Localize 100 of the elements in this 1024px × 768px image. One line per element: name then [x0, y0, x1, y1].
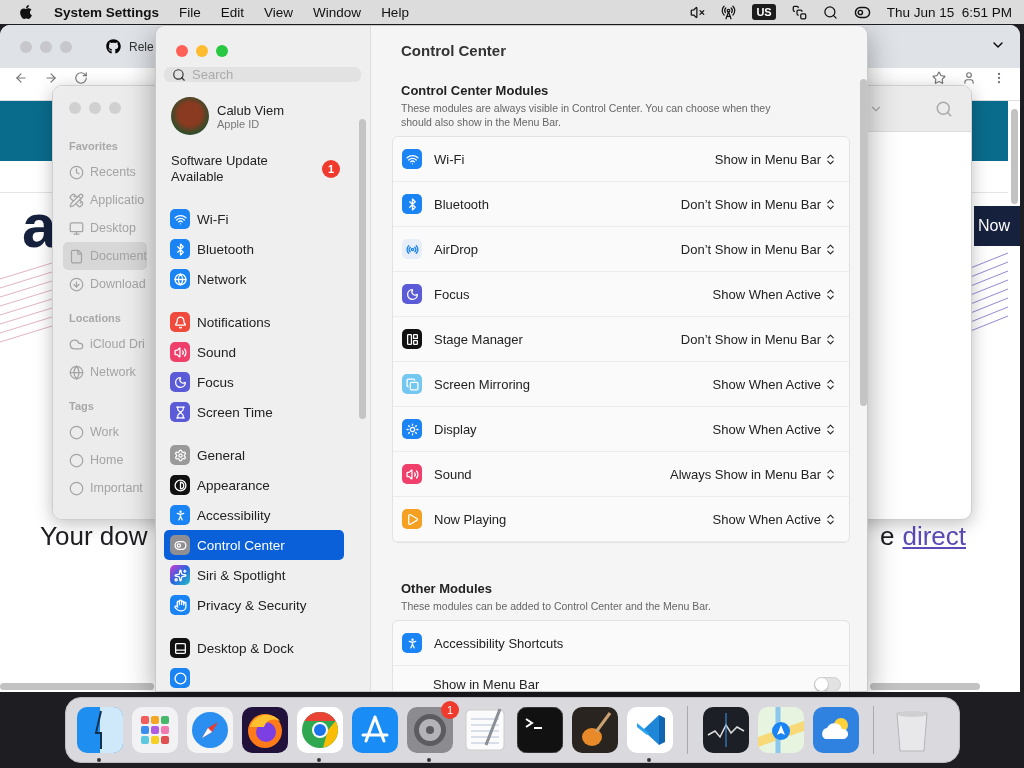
- gear-icon[interactable]: [406, 707, 453, 753]
- scrollbar[interactable]: [359, 119, 366, 419]
- menu-item[interactable]: Window: [313, 4, 362, 20]
- search-icon: [172, 67, 186, 82]
- input-source-indicator[interactable]: US: [752, 4, 776, 20]
- guitar-icon[interactable]: [571, 707, 618, 753]
- visibility-popup[interactable]: Show When Active: [712, 421, 837, 437]
- up-down-chevron-icon: [824, 242, 837, 256]
- scrollbar[interactable]: [1011, 109, 1018, 204]
- download-icon: [69, 276, 84, 292]
- sidebar-item[interactable]: Accessibility: [164, 500, 344, 530]
- scrollbar[interactable]: [860, 79, 867, 406]
- update-badge: 1: [322, 160, 340, 178]
- star-icon[interactable]: [932, 71, 946, 85]
- cloud-icon: [69, 336, 84, 352]
- up-down-chevron-icon: [824, 467, 837, 481]
- sidebar-item[interactable]: Control Center: [164, 530, 344, 560]
- speaker-icon: [402, 464, 422, 484]
- reload-icon[interactable]: [74, 71, 88, 85]
- sidebar-item[interactable]: Desktop & Dock: [164, 633, 344, 663]
- wifi-icon: [170, 209, 190, 229]
- stage-manager-icon: [402, 329, 422, 349]
- account-subtitle: Apple ID: [217, 117, 261, 130]
- scrollbar[interactable]: [870, 683, 980, 690]
- sidebar-item[interactable]: Siri & Spotlight: [164, 560, 344, 590]
- sidebar-item[interactable]: Sound: [164, 337, 344, 367]
- sidebar-section-title: Favorites: [69, 140, 118, 152]
- visibility-popup[interactable]: Don’t Show in Menu Bar: [680, 241, 837, 257]
- page-text: Your dow: [40, 521, 148, 552]
- profile-icon[interactable]: [962, 71, 976, 85]
- module-name: AirDrop: [434, 241, 480, 257]
- menu-item[interactable]: Edit: [220, 4, 245, 20]
- toggle-switch[interactable]: [814, 676, 841, 691]
- menu-item[interactable]: File: [179, 4, 201, 20]
- software-update-item[interactable]: Software Update Available: [171, 153, 301, 185]
- map-icon[interactable]: [757, 707, 804, 753]
- back-icon[interactable]: [14, 71, 28, 85]
- section-title: Control Center Modules: [401, 83, 550, 98]
- sidebar-item[interactable]: Privacy & Security: [164, 590, 344, 620]
- app-store-icon[interactable]: [351, 707, 398, 753]
- visibility-popup[interactable]: Show When Active: [712, 286, 837, 302]
- menu-clock[interactable]: Thu Jun 15 6:51 PM: [886, 4, 1012, 20]
- visibility-popup[interactable]: Always Show in Menu Bar: [670, 466, 837, 482]
- code-editor-icon[interactable]: [626, 707, 673, 753]
- section-title: Other Modules: [401, 581, 493, 596]
- visibility-popup[interactable]: Show When Active: [712, 511, 837, 527]
- sidebar-item[interactable]: Notifications: [164, 307, 344, 337]
- compass-icon[interactable]: [186, 707, 233, 753]
- speaker-icon: [170, 342, 190, 362]
- pencil-ruler-icon: [69, 192, 84, 208]
- flame-globe-icon[interactable]: [241, 707, 288, 753]
- avatar[interactable]: [171, 97, 209, 135]
- bluetooth-icon: [170, 239, 190, 259]
- forward-icon[interactable]: [44, 71, 58, 85]
- search-icon[interactable]: [822, 4, 838, 20]
- cloud-icon[interactable]: [812, 707, 859, 753]
- airdrop-icon: [402, 239, 422, 259]
- module-name: Stage Manager: [434, 331, 524, 347]
- module-name: Sound: [434, 466, 473, 482]
- module-name: Display: [434, 421, 478, 437]
- sidebar-item[interactable]: Bluetooth: [164, 234, 344, 264]
- tag-circle-icon: [69, 424, 84, 440]
- antenna-icon[interactable]: [721, 4, 737, 20]
- tab-title[interactable]: Rele: [129, 39, 154, 54]
- app-grid-icon[interactable]: [131, 707, 178, 753]
- up-down-chevron-icon: [824, 422, 837, 436]
- apple-icon[interactable]: [18, 4, 34, 20]
- sidebar-item[interactable]: Focus: [164, 367, 344, 397]
- wifi-icon: [402, 149, 422, 169]
- module-name: Bluetooth: [434, 196, 490, 212]
- muted-speaker-icon[interactable]: [690, 4, 706, 20]
- account-name[interactable]: Calub Viem: [217, 102, 284, 118]
- sidebar-item[interactable]: Network: [164, 264, 344, 294]
- menu-item[interactable]: View: [264, 4, 294, 20]
- finder-icon[interactable]: [76, 707, 123, 753]
- hourglass-icon: [170, 402, 190, 422]
- sparkles-icon: [170, 565, 190, 585]
- notification-badge: 1: [441, 701, 459, 719]
- terminal-icon[interactable]: [516, 707, 563, 753]
- sidebar-item[interactable]: General: [164, 440, 344, 470]
- stock-chart-icon[interactable]: [702, 707, 749, 753]
- sidebar-item[interactable]: Wi-Fi: [164, 204, 344, 234]
- menu-item[interactable]: Help: [381, 4, 409, 20]
- visibility-popup[interactable]: Show When Active: [712, 376, 837, 392]
- page-button[interactable]: Now: [974, 206, 1020, 246]
- menu-app-name[interactable]: System Settings: [54, 4, 160, 20]
- up-down-chevron-icon: [824, 152, 837, 166]
- visibility-popup[interactable]: Don’t Show in Menu Bar: [680, 196, 837, 212]
- sidebar-item[interactable]: Appearance: [164, 470, 344, 500]
- close-button[interactable]: [176, 45, 188, 57]
- zoom-button[interactable]: [216, 45, 228, 57]
- sidebar-section-title: Tags: [69, 400, 94, 412]
- visibility-popup[interactable]: Show in Menu Bar: [714, 151, 837, 167]
- visibility-popup[interactable]: Don’t Show in Menu Bar: [680, 331, 837, 347]
- monitor-icon: [69, 220, 84, 236]
- up-down-chevron-icon: [824, 287, 837, 301]
- sidebar-item[interactable]: Screen Time: [164, 397, 344, 427]
- page-link[interactable]: direct: [902, 521, 966, 552]
- stacked-windows-icon[interactable]: [791, 4, 807, 20]
- scrollbar[interactable]: [0, 683, 154, 690]
